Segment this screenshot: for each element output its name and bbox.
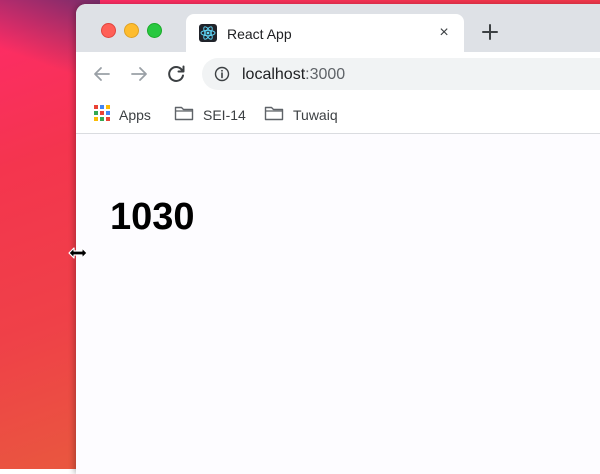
react-logo-icon (199, 24, 217, 42)
resize-horizontal-icon (68, 246, 88, 260)
tab-bar: React App × (76, 4, 600, 52)
browser-window: React App × localhost:3000 Apps SEI-14 T… (76, 4, 600, 474)
info-icon[interactable] (214, 66, 230, 82)
bookmark-label: SEI-14 (203, 107, 246, 123)
back-arrow-icon[interactable] (90, 62, 114, 86)
browser-toolbar: localhost:3000 (76, 52, 600, 96)
maximize-window-button[interactable] (147, 23, 162, 38)
bookmark-folder-sei-14[interactable]: SEI-14 (174, 105, 246, 125)
close-tab-icon[interactable]: × (434, 23, 454, 43)
url-port: :3000 (305, 66, 346, 83)
bookmark-apps[interactable]: Apps (94, 104, 151, 126)
folder-icon (174, 105, 194, 126)
new-tab-button[interactable] (478, 20, 502, 44)
bookmarks-bar: Apps SEI-14 Tuwaiq (76, 96, 600, 134)
url-text: localhost:3000 (242, 66, 345, 84)
minimize-window-button[interactable] (124, 23, 139, 38)
forward-arrow-icon[interactable] (127, 62, 151, 86)
url-host: localhost (242, 66, 306, 83)
bookmark-label: Tuwaiq (293, 107, 338, 123)
folder-icon (264, 105, 284, 126)
address-bar[interactable]: localhost:3000 (202, 58, 600, 90)
tab-react-app[interactable]: React App × (186, 14, 464, 52)
tab-title: React App (227, 26, 292, 42)
counter-value: 1030 (110, 196, 195, 238)
bookmark-label: Apps (119, 107, 151, 123)
bookmark-folder-tuwaiq[interactable]: Tuwaiq (264, 105, 338, 125)
page-content: 1030 (76, 134, 600, 474)
reload-icon[interactable] (164, 62, 188, 86)
apps-grid-icon (94, 104, 110, 126)
close-window-button[interactable] (101, 23, 116, 38)
